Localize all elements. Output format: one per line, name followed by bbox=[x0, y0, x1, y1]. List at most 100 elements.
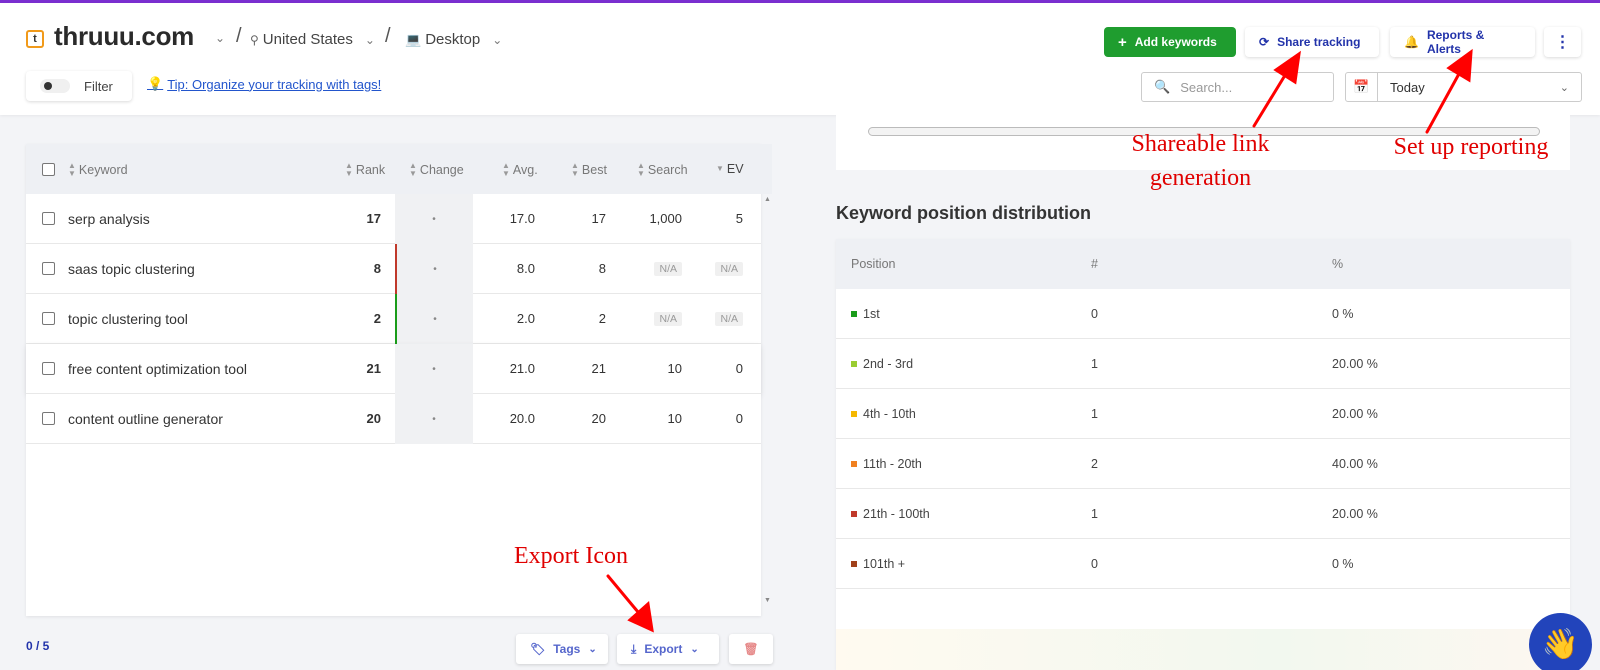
download-icon: ⤓ bbox=[631, 641, 637, 656]
location-pin-icon: ⚲ bbox=[250, 32, 259, 47]
chevron-down-icon: ⌄ bbox=[690, 643, 699, 655]
column-count: # bbox=[1091, 257, 1098, 271]
position-cell: 101th + bbox=[851, 557, 905, 571]
column-change[interactable]: ▲ ▼ Change bbox=[409, 162, 464, 178]
distribution-row: 1st 0 0 % bbox=[836, 289, 1570, 339]
chevron-down-icon: ⌄ bbox=[588, 643, 597, 655]
position-cell: 11th - 20th bbox=[851, 457, 922, 471]
sort-desc-icon: ▼ bbox=[716, 164, 724, 173]
filter-toggle[interactable]: Filter bbox=[26, 71, 132, 101]
best-cell: 21 bbox=[591, 361, 606, 376]
column-rank[interactable]: ▲ ▼ Rank bbox=[345, 162, 385, 178]
best-cell: 17 bbox=[591, 211, 606, 226]
delete-button[interactable]: 🗑 bbox=[729, 634, 773, 664]
toggle-switch[interactable] bbox=[40, 79, 70, 93]
rank-cell: 21 bbox=[366, 361, 381, 376]
search-placeholder: Search... bbox=[1180, 79, 1233, 95]
column-best[interactable]: ▲ ▼ Best bbox=[571, 162, 607, 178]
search-input[interactable]: 🔍 Search... bbox=[1141, 72, 1334, 102]
avg-cell: 21.0 bbox=[509, 361, 535, 376]
logo-icon: t bbox=[26, 30, 44, 48]
distribution-row: 101th + 0 0 % bbox=[836, 539, 1570, 589]
sort-icon: ▲ ▼ bbox=[571, 161, 579, 178]
site-name[interactable]: thruuu.com bbox=[54, 21, 194, 52]
rank-cell: 8 bbox=[373, 261, 381, 276]
chevron-down-icon[interactable]: ⌄ bbox=[215, 31, 225, 45]
date-selector[interactable]: 📅 Today ⌄ bbox=[1345, 72, 1582, 102]
keyword-cell: free content optimization tool bbox=[68, 361, 247, 377]
tags-label: Tags bbox=[553, 642, 581, 656]
legend-square bbox=[851, 311, 857, 317]
change-cell: • bbox=[395, 194, 473, 244]
change-cell: • bbox=[395, 294, 473, 344]
header: t thruuu.com ⌄ / ⚲ United States ⌄ / 💻 D… bbox=[0, 3, 1600, 115]
calendar-icon: 📅 bbox=[1346, 73, 1378, 101]
device-selector[interactable]: 💻 Desktop ⌄ bbox=[405, 31, 502, 48]
row-checkbox[interactable] bbox=[42, 262, 55, 275]
chevron-down-icon: ⌄ bbox=[492, 32, 503, 47]
breadcrumb-separator: / bbox=[385, 25, 391, 47]
distribution-title: Keyword position distribution bbox=[836, 203, 1091, 223]
position-cell: 1st bbox=[851, 307, 880, 321]
change-cell: • bbox=[395, 344, 473, 394]
row-checkbox[interactable] bbox=[42, 212, 55, 225]
column-label: Search bbox=[647, 163, 688, 177]
position-label: 21th - 100th bbox=[863, 507, 930, 521]
best-cell: 20 bbox=[591, 411, 606, 426]
location-selector[interactable]: ⚲ United States ⌄ bbox=[250, 31, 375, 48]
table-row[interactable]: topic clustering tool 2 • 2.0 2 N/A N/A bbox=[26, 294, 761, 344]
row-checkbox[interactable] bbox=[42, 362, 55, 375]
column-label: Rank bbox=[355, 163, 386, 177]
change-cell: • bbox=[395, 394, 473, 444]
search-volume-cell: N/A bbox=[654, 312, 682, 326]
chevron-down-icon: ⌄ bbox=[364, 32, 375, 47]
select-all-checkbox[interactable] bbox=[42, 163, 55, 176]
column-percent: % bbox=[1332, 257, 1344, 271]
column-keyword[interactable]: ▲ ▼ Keyword bbox=[68, 162, 128, 178]
best-cell: 8 bbox=[598, 261, 606, 276]
legend-square bbox=[851, 461, 857, 467]
column-label: Change bbox=[419, 163, 464, 177]
tags-button[interactable]: 🏷 Tags ⌄ bbox=[516, 634, 608, 664]
keyword-cell: content outline generator bbox=[68, 411, 223, 427]
reports-alerts-label: Reports & Alerts bbox=[1426, 28, 1485, 56]
ev-cell: N/A bbox=[715, 312, 743, 326]
device-label: Desktop bbox=[425, 31, 481, 48]
ev-cell: N/A bbox=[715, 262, 743, 276]
table-row[interactable]: free content optimization tool 21 • 21.0… bbox=[26, 344, 761, 394]
tip-link[interactable]: 💡 Tip: Organize your tracking with tags! bbox=[147, 76, 381, 92]
annotation-share-line1: Shareable link bbox=[1131, 131, 1270, 157]
row-checkbox[interactable] bbox=[42, 312, 55, 325]
table-row[interactable]: saas topic clustering 8 • 8.0 8 N/A N/A bbox=[26, 244, 761, 294]
column-avg[interactable]: ▲ ▼ Avg. bbox=[502, 162, 538, 178]
annotation-share-line2: generation bbox=[1149, 164, 1252, 191]
chat-widget[interactable]: 👋 bbox=[1529, 613, 1592, 670]
row-checkbox[interactable] bbox=[42, 412, 55, 425]
more-options-icon[interactable]: ⋮ bbox=[1544, 27, 1581, 57]
rank-cell: 17 bbox=[366, 211, 381, 226]
keyword-cell: serp analysis bbox=[68, 211, 150, 227]
column-label: Best bbox=[581, 163, 607, 177]
share-tracking-button[interactable]: ⟳ Share tracking bbox=[1245, 27, 1379, 57]
rank-cell: 20 bbox=[366, 411, 381, 426]
avg-cell: 20.0 bbox=[509, 411, 535, 426]
table-row[interactable]: content outline generator 20 • 20.0 20 1… bbox=[26, 394, 761, 444]
ev-cell: 5 bbox=[735, 211, 743, 226]
position-label: 2nd - 3rd bbox=[863, 357, 914, 371]
change-cell: • bbox=[395, 244, 473, 294]
export-button[interactable]: ⤓ Export ⌄ bbox=[617, 634, 719, 664]
distribution-row: 11th - 20th 2 40.00 % bbox=[836, 439, 1570, 489]
position-label: 1st bbox=[863, 307, 880, 321]
keyword-cell: topic clustering tool bbox=[68, 311, 188, 327]
percent-cell: 0 % bbox=[1332, 307, 1354, 321]
add-keywords-button[interactable]: + Add keywords bbox=[1104, 27, 1236, 57]
column-search[interactable]: ▲ ▼ Search bbox=[637, 162, 688, 178]
scroll-up-icon[interactable]: ▲ bbox=[764, 196, 771, 203]
ev-cell: 0 bbox=[735, 361, 743, 376]
reports-alerts-button[interactable]: 🔔 Reports & Alerts bbox=[1390, 27, 1535, 57]
scroll-down-icon[interactable]: ▼ bbox=[764, 597, 771, 604]
table-row[interactable]: serp analysis 17 • 17.0 17 1,000 5 bbox=[26, 194, 761, 244]
column-ev[interactable]: ▼ EV bbox=[716, 162, 744, 176]
position-label: 4th - 10th bbox=[863, 407, 916, 421]
distribution-row: 4th - 10th 1 20.00 % bbox=[836, 389, 1570, 439]
